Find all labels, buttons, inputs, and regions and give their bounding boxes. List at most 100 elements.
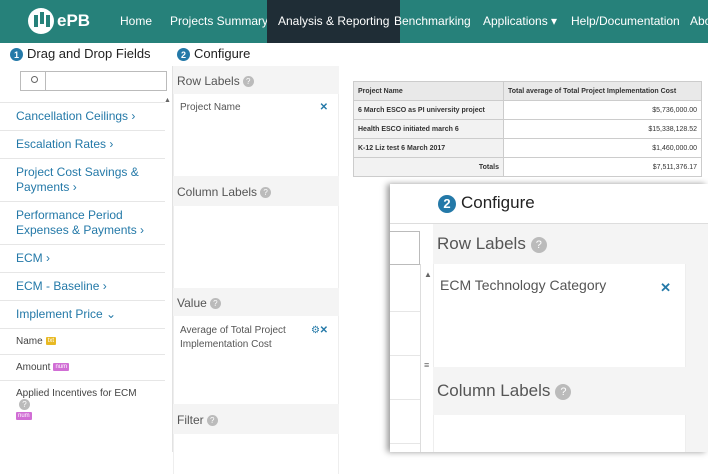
row-labels-dropzone[interactable]: Project Name ✕ [173, 94, 339, 176]
filter-dropzone[interactable] [173, 434, 339, 474]
search-icon [31, 76, 38, 83]
table-totals-row: Totals $7,511,376.17 [353, 157, 702, 177]
zoom-search-input[interactable] [390, 231, 420, 265]
column-header: Project Name [353, 81, 504, 101]
remove-icon[interactable]: ✕ [320, 324, 328, 338]
subfield-name[interactable]: Name txt [0, 328, 165, 354]
table-cell: 6 March ESCO as PI university project [353, 100, 504, 120]
zoom-scrollbar[interactable]: ▲ ≡ [420, 264, 433, 452]
field-list: Cancellation Ceilings › Escalation Rates… [0, 102, 165, 428]
type-badge: num [16, 411, 32, 420]
nav-projects-summary[interactable]: Projects Summary [170, 0, 268, 43]
drag-drop-title: Drag and Drop Fields [27, 46, 151, 61]
field-search-input[interactable] [45, 72, 166, 90]
zoom-row-labels-header: Row Labels? [433, 224, 686, 264]
remove-icon[interactable]: ✕ [660, 280, 671, 296]
table-cell: $1,460,000.00 [503, 138, 702, 158]
field-project-cost-savings[interactable]: Project Cost Savings & Payments › [0, 158, 165, 201]
nav-help-documentation[interactable]: Help/Documentation [571, 0, 680, 43]
top-nav: ePB Home Projects Summary Analysis & Rep… [0, 0, 708, 43]
value-header: Value? [173, 288, 339, 316]
scroll-up-icon[interactable]: ▲ [424, 270, 432, 279]
help-icon[interactable]: ? [19, 399, 30, 410]
subfield-amount[interactable]: Amount num [0, 354, 165, 380]
filter-title: Filter [177, 413, 204, 427]
help-icon[interactable]: ? [260, 187, 272, 199]
zoom-dropzones: Row Labels? ECM Technology Category ✕ Co… [433, 224, 686, 452]
value-dropzone[interactable]: Average of Total Project Implementation … [173, 316, 339, 404]
field-performance-period[interactable]: Performance Period Expenses & Payments › [0, 201, 165, 244]
zoom-column-labels-header: Column Labels? [433, 367, 686, 415]
table-cell: Health ESCO initiated march 6 [353, 119, 504, 139]
column-header: Total average of Total Project Implement… [503, 81, 702, 101]
subfield-applied-incentives[interactable]: Applied Incentives for ECM? num [0, 380, 165, 428]
list-item [390, 356, 420, 400]
field-implement-price[interactable]: Implement Price ⌄ [0, 300, 165, 328]
drag-drop-heading: 1 Drag and Drop Fields [10, 46, 151, 62]
row-labels-header: Row Labels? [173, 66, 339, 94]
logo-icon [28, 8, 54, 34]
configure-panel: Row Labels? Project Name ✕ Column Labels… [173, 66, 339, 474]
zoom-row-labels-dropzone[interactable]: ECM Technology Category ✕ [433, 264, 686, 367]
value-title: Value [177, 296, 207, 310]
help-icon[interactable]: ? [209, 298, 221, 310]
configure-title: Configure [194, 46, 251, 61]
help-icon[interactable]: ? [530, 236, 547, 253]
nav-about[interactable]: Abo [690, 0, 708, 43]
subfield-label: Name [16, 336, 43, 347]
row-label-value: Project Name [180, 102, 241, 113]
type-badge: num [53, 363, 70, 372]
column-labels-title: Column Labels [177, 185, 258, 199]
zoom-column-labels-dropzone[interactable] [433, 415, 686, 452]
step-badge: 1 [10, 48, 23, 62]
subfield-label: Applied Incentives for ECM [16, 388, 137, 399]
table-row: K-12 Liz test 6 March 2017 $1,460,000.00 [353, 138, 702, 158]
value-field: Average of Total Project Implementation … [180, 325, 286, 350]
help-icon[interactable]: ? [555, 383, 572, 400]
totals-label: Totals [353, 157, 504, 177]
field-cancellation-ceilings[interactable]: Cancellation Ceilings › [0, 102, 165, 130]
type-badge: txt [45, 337, 57, 346]
field-escalation-rates[interactable]: Escalation Rates › [0, 130, 165, 158]
table-row: 6 March ESCO as PI university project $5… [353, 100, 702, 120]
list-item [390, 400, 420, 444]
table-cell: $5,736,000.00 [503, 100, 702, 120]
scroll-up-icon[interactable]: ▲ [164, 97, 171, 104]
table-cell: $15,338,128.52 [503, 119, 702, 139]
remove-icon[interactable]: ✕ [320, 102, 328, 113]
field-ecm[interactable]: ECM › [0, 244, 165, 272]
zoom-configure-heading: 2 Configure [438, 193, 535, 213]
help-icon[interactable]: ? [242, 76, 254, 88]
brand-name: ePB [57, 11, 91, 30]
zoomed-configure-panel: 2 Configure ▲ ≡ Row Labels? ECM Technolog… [390, 184, 708, 452]
step-badge: 2 [438, 194, 456, 213]
column-labels-header: Column Labels? [173, 176, 339, 206]
row-labels-title: Row Labels [177, 74, 240, 88]
column-labels-dropzone[interactable] [173, 206, 339, 288]
step-badge: 2 [177, 48, 190, 62]
fields-panel: ▲ Cancellation Ceilings › Escalation Rat… [0, 66, 173, 452]
results-table: Project Name Total average of Total Proj… [353, 81, 702, 177]
nav-analysis-reporting[interactable]: Analysis & Reporting [267, 0, 401, 43]
zoom-row-labels-title: Row Labels [437, 234, 526, 253]
table-cell: K-12 Liz test 6 March 2017 [353, 138, 504, 158]
scroll-grip-icon[interactable]: ≡ [424, 360, 429, 370]
nav-home[interactable]: Home [120, 0, 152, 43]
list-item [390, 312, 420, 356]
zoom-right-panel [686, 224, 708, 452]
subfield-label: Amount [16, 362, 51, 373]
zoom-column-labels-title: Column Labels [437, 381, 551, 400]
zoom-row-label-value: ECM Technology Category [440, 277, 607, 293]
zoom-configure-title: Configure [461, 193, 535, 212]
help-icon[interactable]: ? [206, 415, 218, 427]
field-ecm-baseline[interactable]: ECM - Baseline › [0, 272, 165, 300]
table-row: Health ESCO initiated march 6 $15,338,12… [353, 119, 702, 139]
field-search [20, 71, 167, 91]
epb-logo[interactable]: ePB [28, 8, 90, 34]
zoom-field-rows [390, 268, 420, 444]
table-header-row: Project Name Total average of Total Proj… [353, 81, 702, 101]
nav-applications[interactable]: Applications ▾ [483, 0, 557, 43]
configure-heading: 2 Configure [177, 46, 251, 62]
list-item [390, 268, 420, 312]
nav-benchmarking[interactable]: Benchmarking [394, 0, 471, 43]
